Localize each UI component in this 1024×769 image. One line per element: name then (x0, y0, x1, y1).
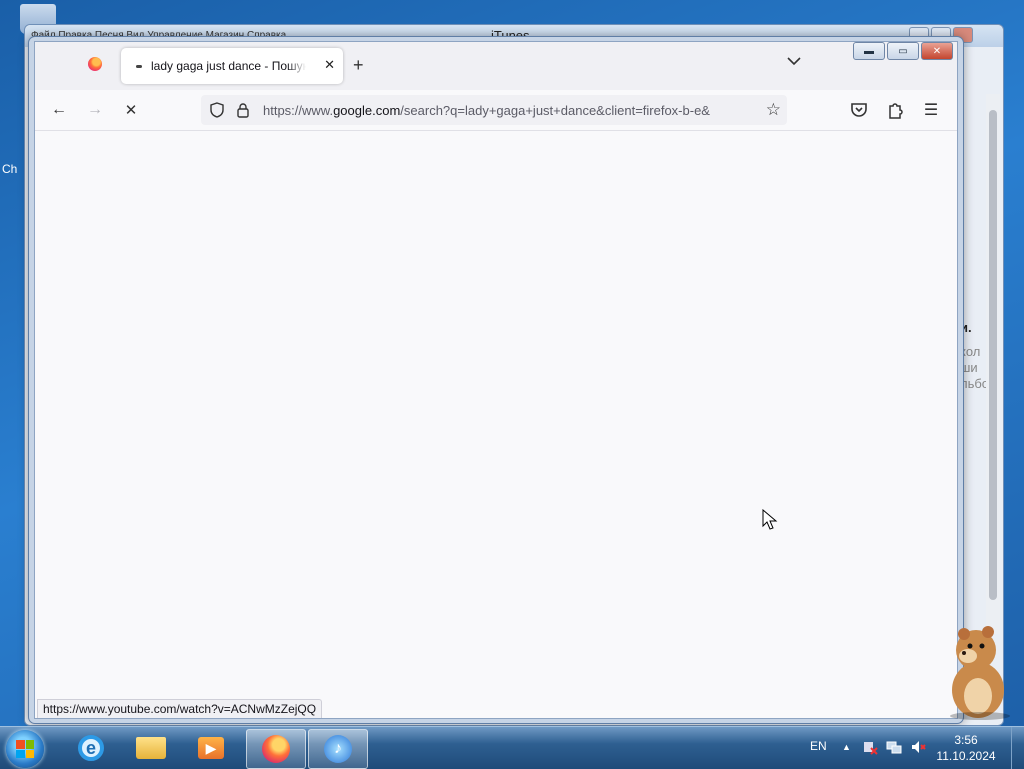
url-path: /search?q=lady+gaga+just+dance&client=fi… (400, 103, 710, 118)
tab-list-button[interactable] (787, 55, 801, 69)
maximize-button[interactable]: ▭ (887, 42, 919, 60)
mouse-cursor-icon (762, 509, 778, 530)
chevron-down-icon (787, 57, 801, 66)
tab-close-icon[interactable]: ✕ (324, 57, 335, 73)
volume-muted-icon[interactable] (910, 739, 926, 755)
hamster-mascot-icon[interactable] (936, 620, 1016, 720)
lock-icon[interactable] (235, 102, 251, 118)
clock-time: 3:56 (954, 733, 978, 747)
tray-expand-icon[interactable]: ▲ (842, 742, 851, 752)
tab-active[interactable]: lady gaga just dance - Пошук G ✕ (121, 48, 343, 84)
window-controls: ▬ ▭ ✕ (853, 42, 953, 60)
new-tab-button[interactable]: + (353, 55, 364, 76)
taskbar: e ▶ ♪ EN ▲ 3:56 11.10.2024 (0, 726, 1024, 769)
stop-button[interactable]: ✕ (119, 98, 143, 122)
firefox-icon (88, 57, 102, 71)
windows-logo-icon (16, 740, 34, 758)
url-host: google.com (333, 103, 401, 118)
nav-bar: ← → ✕ https://www.google.com/search?q=la… (35, 90, 957, 131)
status-url: https://www.youtube.com/watch?v=ACNwMzZe… (37, 699, 323, 718)
shield-icon[interactable] (209, 102, 225, 118)
scrollbar-thumb[interactable] (989, 110, 997, 600)
start-button[interactable] (6, 730, 44, 768)
action-center-icon[interactable] (862, 739, 878, 755)
taskbar-firefox-button[interactable] (246, 729, 306, 769)
firefox-icon (262, 735, 290, 763)
folder-icon (136, 737, 166, 759)
pinned-tab[interactable] (81, 50, 109, 78)
url-text[interactable]: https://www.google.com/search?q=lady+gag… (263, 103, 755, 118)
media-player-icon: ▶ (198, 737, 224, 759)
ie-icon: e (78, 735, 104, 761)
show-desktop-button[interactable] (1011, 727, 1024, 769)
firefox-window[interactable]: lady gaga just dance - Пошук G ✕ + ▬ ▭ ✕… (28, 36, 964, 724)
minimize-button[interactable]: ▬ (853, 42, 885, 60)
url-prefix: https://www. (263, 103, 334, 118)
forward-button[interactable]: → (83, 98, 107, 122)
browser-frame: lady gaga just dance - Пошук G ✕ + ▬ ▭ ✕… (34, 41, 958, 719)
language-indicator[interactable]: EN (810, 739, 827, 753)
itunes-side-text: льбо (960, 376, 990, 391)
clock-date: 11.10.2024 (936, 749, 996, 763)
bookmark-star-icon[interactable]: ☆ (766, 100, 781, 120)
clock[interactable]: 3:56 11.10.2024 (936, 732, 996, 764)
desktop-icon-label[interactable]: Ch (2, 162, 17, 176)
pocket-icon[interactable] (847, 98, 871, 122)
page-content[interactable] (35, 131, 957, 718)
itunes-scrollbar[interactable] (986, 94, 1000, 634)
menu-button[interactable]: ☰ (919, 98, 943, 122)
itunes-icon: ♪ (324, 735, 352, 763)
tab-strip: lady gaga just dance - Пошук G ✕ + ▬ ▭ ✕ (35, 42, 957, 90)
network-icon[interactable] (886, 739, 902, 755)
tab-title: lady gaga just dance - Пошук G (151, 59, 306, 73)
taskbar-ie-button[interactable]: e (62, 729, 120, 767)
close-button[interactable]: ✕ (921, 42, 953, 60)
back-button[interactable]: ← (47, 98, 71, 122)
taskbar-media-player-button[interactable]: ▶ (182, 729, 240, 767)
loading-icon (136, 65, 142, 68)
taskbar-itunes-button[interactable]: ♪ (308, 729, 368, 769)
extensions-icon[interactable] (883, 98, 907, 122)
taskbar-explorer-button[interactable] (122, 729, 180, 767)
url-bar[interactable]: https://www.google.com/search?q=lady+gag… (201, 95, 787, 125)
